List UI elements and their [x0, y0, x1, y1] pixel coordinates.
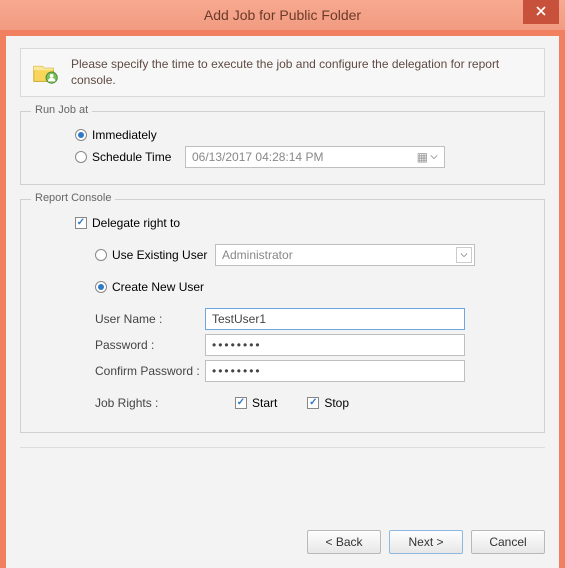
confirm-password-input[interactable]: [205, 360, 465, 382]
next-button[interactable]: Next >: [389, 530, 463, 554]
window-title: Add Job for Public Folder: [0, 7, 565, 23]
intro-text: Please specify the time to execute the j…: [71, 57, 534, 88]
report-console-legend: Report Console: [31, 192, 115, 204]
close-button[interactable]: [523, 0, 559, 24]
radio-create-user[interactable]: Create New User: [95, 280, 204, 294]
run-job-legend: Run Job at: [31, 104, 92, 116]
job-rights-label: Job Rights :: [95, 396, 205, 410]
password-input[interactable]: [205, 334, 465, 356]
calendar-dropdown-icon: ▦: [417, 150, 438, 164]
titlebar: Add Job for Public Folder: [0, 0, 565, 30]
radio-icon: [75, 151, 87, 163]
radio-icon: [95, 281, 107, 293]
existing-user-label: Use Existing User: [112, 248, 207, 262]
username-input[interactable]: [205, 308, 465, 330]
folder-user-icon: [31, 57, 61, 87]
cancel-button[interactable]: Cancel: [471, 530, 545, 554]
radio-existing-user[interactable]: Use Existing User: [95, 248, 215, 262]
confirm-password-label: Confirm Password :: [95, 364, 205, 378]
username-label: User Name :: [95, 312, 205, 326]
create-user-label: Create New User: [112, 280, 204, 294]
existing-user-value: Administrator: [222, 248, 293, 262]
window-body: Please specify the time to execute the j…: [6, 36, 559, 568]
radio-immediately-label: Immediately: [92, 128, 157, 142]
checkbox-icon: [307, 397, 319, 409]
radio-icon: [75, 129, 87, 141]
checkbox-delegate[interactable]: Delegate right to: [75, 216, 180, 230]
checkbox-icon: [75, 217, 87, 229]
chevron-down-icon: [456, 247, 472, 263]
checkbox-stop[interactable]: Stop: [307, 396, 349, 410]
stop-label: Stop: [324, 396, 349, 410]
radio-icon: [95, 249, 107, 261]
schedule-datetime-input[interactable]: 06/13/2017 04:28:14 PM ▦: [185, 146, 445, 168]
existing-user-combo[interactable]: Administrator: [215, 244, 475, 266]
schedule-datetime-value: 06/13/2017 04:28:14 PM: [192, 150, 323, 164]
radio-immediately[interactable]: Immediately: [75, 128, 157, 142]
delegate-label: Delegate right to: [92, 216, 180, 230]
password-label: Password :: [95, 338, 205, 352]
separator: [20, 447, 545, 448]
intro-panel: Please specify the time to execute the j…: [20, 48, 545, 97]
wizard-buttons: < Back Next > Cancel: [307, 530, 545, 554]
run-job-group: Run Job at Immediately Schedule Time 06/…: [20, 111, 545, 185]
radio-schedule[interactable]: Schedule Time: [75, 150, 185, 164]
close-icon: [536, 5, 546, 19]
start-label: Start: [252, 396, 277, 410]
report-console-group: Report Console Delegate right to Use Exi…: [20, 199, 545, 433]
back-button[interactable]: < Back: [307, 530, 381, 554]
radio-schedule-label: Schedule Time: [92, 150, 171, 164]
checkbox-start[interactable]: Start: [235, 396, 277, 410]
checkbox-icon: [235, 397, 247, 409]
